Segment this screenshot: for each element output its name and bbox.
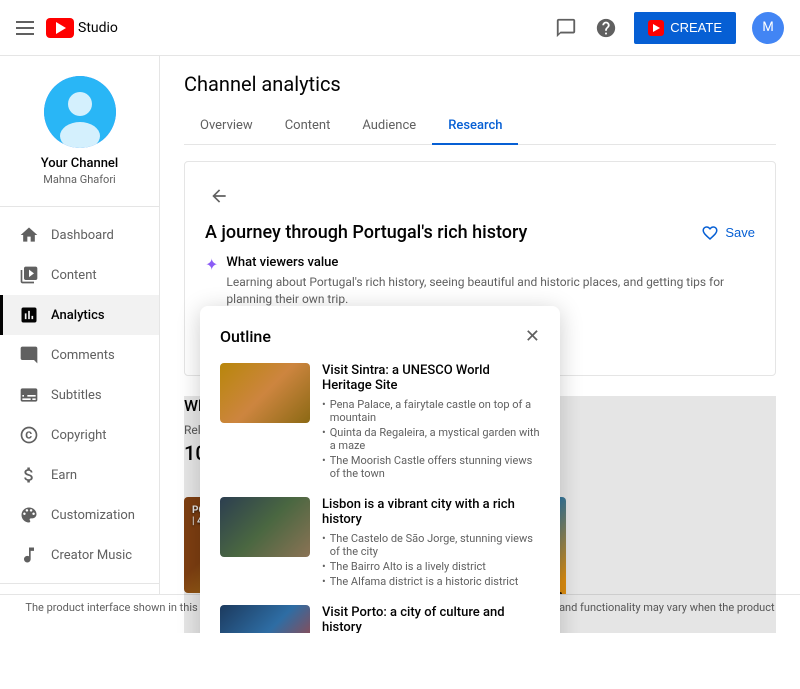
- what-viewers-title: What viewers value: [226, 255, 755, 270]
- header-left: Studio: [16, 18, 118, 38]
- outline-section-item-1-2: Quinta da Regaleira, a mystical garden w…: [322, 425, 540, 453]
- magic-icon: ✦: [205, 255, 218, 274]
- subtitles-icon: [19, 385, 39, 405]
- outline-section-porto: Visit Porto: a city of culture and histo…: [220, 605, 540, 633]
- create-button[interactable]: CREATE: [634, 12, 736, 44]
- outline-section-title-sintra: Visit Sintra: a UNESCO World Heritage Si…: [322, 363, 540, 393]
- outline-section-item-2-2: The Bairro Alto is a lively district: [322, 559, 540, 574]
- outline-section-img-lisbon: [220, 497, 310, 557]
- sidebar: Your Channel Mahna Ghafori Dashboard Con…: [0, 56, 160, 633]
- content-icon: [19, 265, 39, 285]
- research-title-row: A journey through Portugal's rich histor…: [205, 222, 755, 243]
- sidebar-item-analytics[interactable]: Analytics: [0, 295, 159, 335]
- channel-info: Your Channel Mahna Ghafori: [0, 56, 159, 207]
- save-button[interactable]: Save: [701, 224, 755, 242]
- outline-section-title-lisbon: Lisbon is a vibrant city with a rich his…: [322, 497, 540, 527]
- tab-content[interactable]: Content: [269, 108, 347, 145]
- studio-label: Studio: [78, 20, 118, 36]
- tab-audience[interactable]: Audience: [346, 108, 432, 145]
- dashboard-icon: [19, 225, 39, 245]
- channel-handle: Mahna Ghafori: [16, 173, 143, 186]
- sidebar-item-copyright[interactable]: Copyright: [0, 415, 159, 455]
- menu-button[interactable]: [16, 21, 34, 35]
- outline-section-sintra: Visit Sintra: a UNESCO World Heritage Si…: [220, 363, 540, 481]
- outline-section-item-2-3: The Alfama district is a historic distri…: [322, 574, 540, 589]
- help-icon[interactable]: [594, 16, 618, 40]
- sidebar-item-comments[interactable]: Comments: [0, 335, 159, 375]
- back-button[interactable]: [205, 182, 233, 210]
- page-title: Channel analytics: [184, 56, 776, 108]
- sidebar-item-creator-music[interactable]: Creator Music: [0, 535, 159, 575]
- youtube-studio-logo: Studio: [46, 18, 118, 38]
- customization-icon: [19, 505, 39, 525]
- analytics-tabs: Overview Content Audience Research: [184, 108, 776, 145]
- earn-icon: [19, 465, 39, 485]
- sidebar-item-subtitles[interactable]: Subtitles: [0, 375, 159, 415]
- outline-section-img-sintra: [220, 363, 310, 423]
- sidebar-item-dashboard[interactable]: Dashboard: [0, 215, 159, 255]
- messages-icon[interactable]: [554, 16, 578, 40]
- youtube-icon: [46, 18, 74, 38]
- comments-icon: [19, 345, 39, 365]
- create-button-icon: [648, 20, 664, 36]
- tab-overview[interactable]: Overview: [184, 108, 269, 145]
- outline-section-img-porto: [220, 605, 310, 633]
- sidebar-item-earn[interactable]: Earn: [0, 455, 159, 495]
- header: Studio CREATE M: [0, 0, 800, 56]
- outline-dialog-header: Outline ✕: [220, 326, 540, 347]
- outline-section-item-2-1: The Castelo de São Jorge, stunning views…: [322, 531, 540, 559]
- sidebar-nav: Dashboard Content Analytics Comments Sub…: [0, 207, 159, 633]
- outline-section-item-1-1: Pena Palace, a fairytale castle on top o…: [322, 397, 540, 425]
- what-viewers-section: ✦ What viewers value Learning about Port…: [205, 255, 755, 308]
- user-avatar[interactable]: M: [752, 12, 784, 44]
- sidebar-item-customization[interactable]: Customization: [0, 495, 159, 535]
- outline-section-item-1-3: The Moorish Castle offers stunning views…: [322, 453, 540, 481]
- copyright-icon: [19, 425, 39, 445]
- channel-name: Your Channel: [16, 156, 143, 171]
- outline-close-button[interactable]: ✕: [525, 326, 540, 347]
- analytics-icon: [19, 305, 39, 325]
- channel-avatar[interactable]: [44, 76, 116, 148]
- outline-dialog: Outline ✕ Visit Sintra: a UNESCO World H…: [200, 306, 560, 633]
- outline-dialog-title: Outline: [220, 327, 271, 346]
- tab-research[interactable]: Research: [432, 108, 518, 145]
- what-viewers-desc: Learning about Portugal's rich history, …: [226, 274, 755, 308]
- main-content: Channel analytics Overview Content Audie…: [160, 56, 800, 633]
- header-right: CREATE M: [554, 12, 784, 44]
- outline-section-lisbon: Lisbon is a vibrant city with a rich his…: [220, 497, 540, 589]
- research-title-text: A journey through Portugal's rich histor…: [205, 222, 527, 243]
- what-viewers-content: What viewers value Learning about Portug…: [226, 255, 755, 308]
- music-icon: [19, 545, 39, 565]
- sidebar-item-content[interactable]: Content: [0, 255, 159, 295]
- outline-section-title-porto: Visit Porto: a city of culture and histo…: [322, 605, 540, 633]
